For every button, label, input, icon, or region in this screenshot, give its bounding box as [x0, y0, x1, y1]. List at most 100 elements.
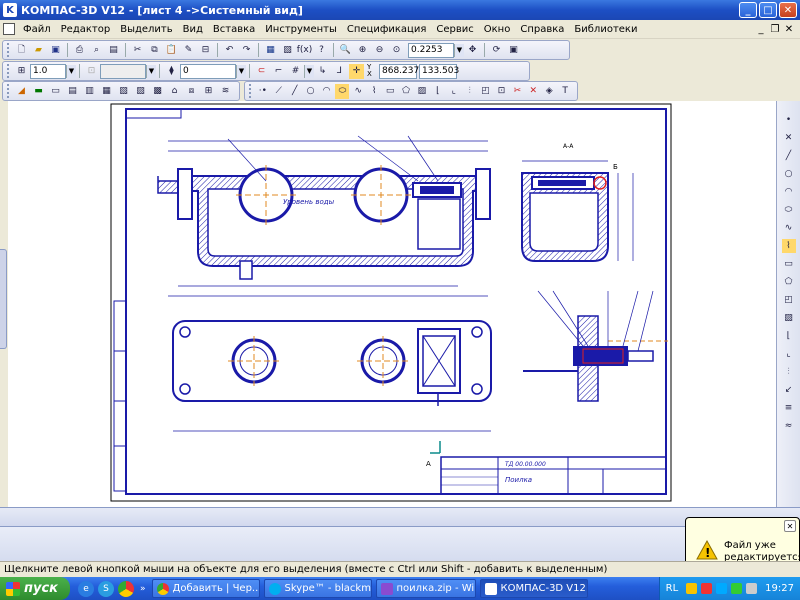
associative-views-icon[interactable]: ▨ [133, 84, 148, 99]
menu-libraries[interactable]: Библиотеки [569, 24, 642, 35]
paste-icon[interactable]: 📋 [164, 43, 179, 58]
undo-icon[interactable]: ↶ [222, 43, 237, 58]
point-icon[interactable]: ·• [256, 84, 270, 99]
grid-snap-icon[interactable]: ⊞ [14, 64, 29, 79]
fillet-icon[interactable]: ⌞ [782, 347, 796, 361]
redo-icon[interactable]: ↷ [239, 43, 254, 58]
snap-icon[interactable]: ⊂ [254, 64, 269, 79]
open-folder-icon[interactable]: ▰ [31, 43, 46, 58]
cut-icon[interactable]: ✂ [130, 43, 145, 58]
chrome-icon[interactable] [118, 580, 134, 597]
style-dropdown[interactable]: ▼ [146, 64, 156, 78]
library-manager-icon[interactable]: ▧ [280, 43, 295, 58]
circle-icon[interactable]: ○ [782, 167, 796, 181]
coord-y-field[interactable]: 133.503 [419, 63, 459, 79]
coord-x-field[interactable]: 868.237 [379, 63, 419, 79]
arrow-icon[interactable]: ↙ [782, 383, 796, 397]
arc-icon[interactable]: ◠ [320, 84, 334, 99]
polyline-icon[interactable]: ⌇ [367, 84, 381, 99]
chamfer-icon[interactable]: ⌊ [782, 329, 796, 343]
property-panel-body[interactable] [0, 527, 800, 561]
zoom-dropdown[interactable]: ▼ [454, 43, 464, 57]
copy-icon[interactable]: ⧉ [147, 43, 162, 58]
maximize-button[interactable]: □ [759, 2, 777, 18]
zoom-window-icon[interactable]: 🔍 [338, 43, 353, 58]
cursor-snap-icon[interactable]: ✛ [349, 63, 364, 79]
menu-view[interactable]: Вид [178, 24, 208, 35]
chamfer-icon[interactable]: ⌊ [431, 84, 445, 99]
plates-icon[interactable]: ≋ [218, 84, 233, 99]
doc-minimize-button[interactable]: _ [754, 24, 768, 35]
layer-field[interactable]: 0 [180, 63, 236, 79]
fillet-icon[interactable]: ⌞ [447, 84, 461, 99]
wave-icon[interactable]: ≈ [782, 419, 796, 433]
rectangle-icon[interactable]: ▭ [782, 257, 796, 271]
properties-icon[interactable]: ⊟ [198, 43, 213, 58]
spline-icon[interactable]: ∿ [782, 221, 796, 235]
zoom-all-icon[interactable]: ⊙ [389, 43, 404, 58]
measure-icon[interactable]: ▦ [99, 84, 114, 99]
auxiliary-line-icon[interactable]: ⟋ [272, 84, 286, 99]
circle-icon[interactable]: ○ [304, 84, 318, 99]
notification-close-button[interactable]: ✕ [784, 520, 796, 532]
layer-icon[interactable]: ⧫ [164, 64, 179, 79]
task-skype[interactable]: Skype™ - blackm... [263, 579, 372, 598]
layer-dropdown[interactable]: ▼ [236, 64, 246, 78]
designations-icon[interactable]: ▭ [48, 84, 63, 99]
doc-restore-button[interactable]: ❐ [768, 24, 782, 35]
contour-icon[interactable]: ◰ [782, 293, 796, 307]
menu-editor[interactable]: Редактор [56, 24, 116, 35]
grid-dropdown[interactable]: ▼ [304, 64, 314, 78]
doc-close-button[interactable]: ✕ [782, 24, 796, 35]
edit-icon[interactable]: ▤ [65, 84, 80, 99]
fragment-lib-icon[interactable]: ⊞ [201, 84, 216, 99]
fragment-icon[interactable]: ▤ [106, 43, 121, 58]
clock[interactable]: 19:27 [765, 583, 794, 594]
arc-icon[interactable]: ◠ [782, 185, 796, 199]
spline-icon[interactable]: ∿ [351, 84, 365, 99]
tree-panel-toggle[interactable] [0, 249, 7, 349]
manager-icon[interactable]: ▦ [263, 43, 278, 58]
contour-icon[interactable]: ◰ [479, 84, 493, 99]
zoom-out-icon[interactable]: ⊖ [372, 43, 387, 58]
print-preview-icon[interactable]: ⌕ [89, 43, 104, 58]
kompas-app-icon[interactable]: K [3, 3, 17, 17]
toolbar-grip[interactable] [7, 64, 10, 78]
polygon-icon[interactable]: ⬠ [399, 84, 413, 99]
skype-tray-icon[interactable] [716, 583, 728, 594]
antivirus-tray-icon[interactable] [701, 583, 713, 594]
toolbar-grip[interactable] [7, 43, 10, 57]
linewidth-dropdown[interactable]: ▼ [66, 64, 76, 78]
local-cs-icon[interactable]: ↳ [315, 64, 330, 79]
menu-specification[interactable]: Спецификация [342, 24, 432, 35]
toolbar-grip[interactable] [249, 84, 252, 98]
menu-insert[interactable]: Вставка [208, 24, 260, 35]
report-icon[interactable]: ⌂ [167, 84, 182, 99]
help-cursor-icon[interactable]: ? [314, 43, 329, 58]
skype-quick-icon[interactable]: S [98, 580, 114, 597]
document-icon[interactable] [3, 23, 15, 35]
drawing-canvas[interactable]: Уровень воды А А-А Б ТД 00.00.000 Поилка [8, 101, 776, 507]
variables-icon[interactable]: f(x) [297, 43, 313, 58]
style-icon[interactable]: ⊡ [84, 64, 99, 79]
save-icon[interactable]: ▣ [48, 43, 63, 58]
menu-tools[interactable]: Инструменты [260, 24, 342, 35]
toolbar-grip[interactable] [7, 84, 10, 98]
menu-window[interactable]: Окно [479, 24, 516, 35]
style-field[interactable] [100, 63, 146, 79]
task-add-drawing[interactable]: Добавить | Чер... [151, 579, 260, 598]
start-button[interactable]: пуск [0, 577, 70, 600]
spec-icon[interactable]: ▩ [150, 84, 165, 99]
insert-icon[interactable]: ⧈ [184, 84, 199, 99]
segment-icon[interactable]: ╱ [782, 149, 796, 163]
geometry-icon[interactable]: ◢ [14, 84, 29, 99]
network-tray-icon[interactable] [731, 583, 743, 594]
quick-launch-more-icon[interactable]: » [140, 584, 146, 594]
orto-icon[interactable]: ⌐ [271, 64, 286, 79]
zoom-field[interactable]: 0.2253 [408, 42, 454, 58]
task-kompas[interactable]: КОМПАС-3D V12 ... [479, 579, 588, 598]
delete-icon[interactable]: ✕ [526, 84, 540, 99]
display-icon[interactable]: ▣ [506, 43, 521, 58]
hatch-icon[interactable]: ▨ [782, 311, 796, 325]
warning-tray-icon[interactable] [686, 583, 698, 594]
